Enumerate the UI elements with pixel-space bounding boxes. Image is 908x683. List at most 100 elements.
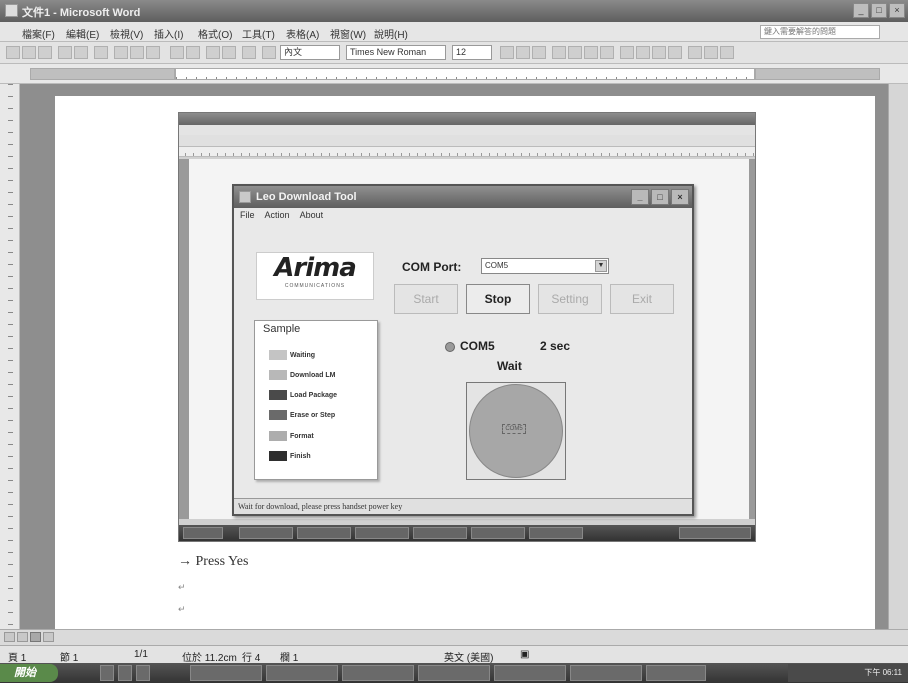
bold-icon[interactable] xyxy=(500,46,514,59)
word-window: 文件1 - Microsoft Word _ □ × 檔案(F) 編輯(E) 檢… xyxy=(0,0,908,683)
quicklaunch-icon[interactable] xyxy=(118,665,132,681)
border-icon[interactable] xyxy=(688,46,702,59)
hyperlink-icon[interactable] xyxy=(206,46,220,59)
dialog-maximize-button[interactable]: □ xyxy=(651,189,669,205)
preview-icon[interactable] xyxy=(74,46,88,59)
close-button[interactable]: × xyxy=(889,3,905,18)
dialog-minimize-button[interactable]: _ xyxy=(631,189,649,205)
status-section: 節 1 xyxy=(60,653,79,664)
indent-icon[interactable] xyxy=(668,46,682,59)
taskbar-item[interactable] xyxy=(266,665,338,681)
start-button[interactable]: Start xyxy=(394,284,458,314)
status-port: COM5 xyxy=(460,339,495,353)
minimize-button[interactable]: _ xyxy=(853,3,869,18)
maximize-button[interactable]: □ xyxy=(871,3,887,18)
menu-table[interactable]: 表格(A) xyxy=(286,26,319,41)
com-port-label: COM Port: xyxy=(402,260,462,274)
legend-swatch xyxy=(269,431,287,441)
italic-icon[interactable] xyxy=(516,46,530,59)
size-dropdown[interactable]: 12 xyxy=(452,45,492,60)
setting-button[interactable]: Setting xyxy=(538,284,602,314)
taskbar-item[interactable] xyxy=(342,665,414,681)
drawing-icon[interactable] xyxy=(242,46,256,59)
sample-title: Sample xyxy=(263,323,301,335)
dialog-title-bar: Leo Download Tool _ □ × xyxy=(234,186,692,208)
legend-label: Finish xyxy=(290,452,311,460)
print-icon[interactable] xyxy=(58,46,72,59)
align-left-icon[interactable] xyxy=(552,46,566,59)
vertical-scrollbar[interactable] xyxy=(888,84,908,629)
menu-format[interactable]: 格式(O) xyxy=(198,26,232,41)
normal-view-icon[interactable] xyxy=(4,632,15,642)
font-color-icon[interactable] xyxy=(720,46,734,59)
font-dropdown[interactable]: Times New Roman xyxy=(346,45,446,60)
open-icon[interactable] xyxy=(22,46,36,59)
menu-edit[interactable]: 編輯(E) xyxy=(66,26,99,41)
menu-insert[interactable]: 插入(I) xyxy=(154,26,183,41)
taskbar-item[interactable] xyxy=(190,665,262,681)
menu-file[interactable]: 檔案(F) xyxy=(22,26,55,41)
embedded-start xyxy=(183,527,223,539)
zoom-icon[interactable] xyxy=(262,46,276,59)
align-right-icon[interactable] xyxy=(584,46,598,59)
print-view-icon[interactable] xyxy=(30,632,41,642)
system-tray: 下午 06:11 xyxy=(788,664,908,682)
undo-icon[interactable] xyxy=(170,46,184,59)
tray-clock[interactable]: 下午 06:11 xyxy=(864,668,902,677)
taskbar: 開始 下午 06:11 xyxy=(0,663,908,683)
exit-button[interactable]: Exit xyxy=(610,284,674,314)
ruler-scale[interactable] xyxy=(175,68,755,80)
dialog-app-icon xyxy=(239,191,251,203)
status-pages: 1/1 xyxy=(134,649,148,660)
chevron-down-icon[interactable]: ▼ xyxy=(595,260,607,272)
align-center-icon[interactable] xyxy=(568,46,582,59)
status-column: 欄 1 xyxy=(280,653,299,664)
dialog-menu-file[interactable]: File xyxy=(240,210,255,220)
stop-button[interactable]: Stop xyxy=(466,284,530,314)
menu-tools[interactable]: 工具(T) xyxy=(242,26,275,41)
horizontal-scrollbar[interactable] xyxy=(0,629,908,645)
paste-icon[interactable] xyxy=(146,46,160,59)
quicklaunch-icon[interactable] xyxy=(100,665,114,681)
taskbar-item[interactable] xyxy=(418,665,490,681)
highlight-icon[interactable] xyxy=(704,46,718,59)
numbering-icon[interactable] xyxy=(620,46,634,59)
menu-view[interactable]: 檢視(V) xyxy=(110,26,143,41)
menu-window[interactable]: 視窗(W) xyxy=(330,26,366,41)
justify-icon[interactable] xyxy=(600,46,614,59)
embedded-taskbar xyxy=(179,525,755,541)
outdent-icon[interactable] xyxy=(652,46,666,59)
new-icon[interactable] xyxy=(6,46,20,59)
bullets-icon[interactable] xyxy=(636,46,650,59)
vertical-ruler[interactable] xyxy=(0,84,20,629)
word-app-icon[interactable] xyxy=(5,4,18,17)
title-bar: 文件1 - Microsoft Word _ □ × xyxy=(0,0,908,22)
table-icon[interactable] xyxy=(222,46,236,59)
legend-swatch xyxy=(269,390,287,400)
dialog-menu-about[interactable]: About xyxy=(300,210,324,220)
taskbar-item[interactable] xyxy=(646,665,706,681)
status-elapsed-time: 2 sec xyxy=(540,339,571,353)
help-search-input[interactable]: 鍵入需要解答的問題 xyxy=(760,25,880,39)
dialog-close-button[interactable]: × xyxy=(671,189,689,205)
underline-icon[interactable] xyxy=(532,46,546,59)
horizontal-ruler[interactable] xyxy=(0,64,908,84)
web-view-icon[interactable] xyxy=(17,632,28,642)
com-port-select[interactable]: COM5 ▼ xyxy=(481,258,609,274)
start-button[interactable]: 開始 xyxy=(0,664,58,682)
quicklaunch-icon[interactable] xyxy=(136,665,150,681)
ruler-margin-left xyxy=(30,68,175,80)
spelling-icon[interactable] xyxy=(94,46,108,59)
status-line: 行 4 xyxy=(242,653,261,664)
cut-icon[interactable] xyxy=(114,46,128,59)
style-dropdown[interactable]: 內文 xyxy=(280,45,340,60)
copy-icon[interactable] xyxy=(130,46,144,59)
dialog-menu-action[interactable]: Action xyxy=(265,210,290,220)
redo-icon[interactable] xyxy=(186,46,200,59)
menu-help[interactable]: 說明(H) xyxy=(374,26,408,41)
taskbar-item[interactable] xyxy=(570,665,642,681)
taskbar-item[interactable] xyxy=(494,665,566,681)
embedded-task xyxy=(239,527,293,539)
outline-view-icon[interactable] xyxy=(43,632,54,642)
save-icon[interactable] xyxy=(38,46,52,59)
